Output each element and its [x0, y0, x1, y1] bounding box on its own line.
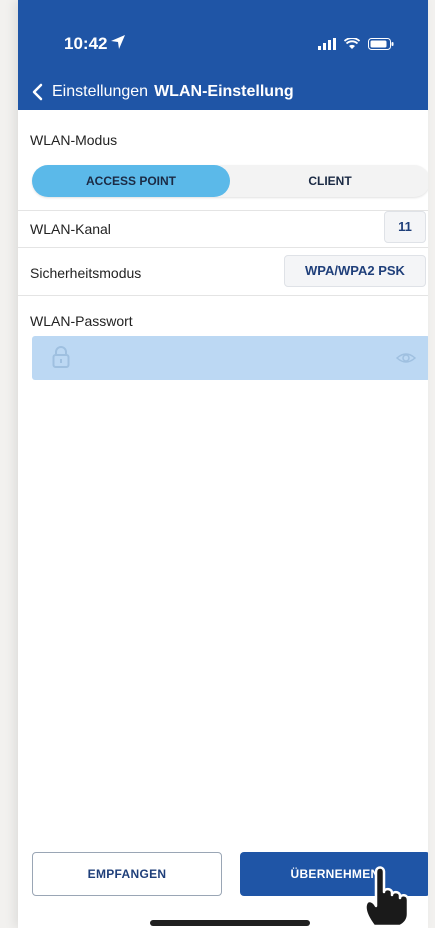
home-indicator	[150, 920, 310, 926]
signal-icon	[318, 38, 336, 50]
divider	[18, 295, 428, 296]
location-arrow-icon	[111, 35, 125, 49]
wlan-channel-label: WLAN-Kanal	[30, 221, 111, 237]
segment-client[interactable]: CLIENT	[230, 165, 428, 197]
divider	[18, 210, 428, 211]
status-icons	[318, 38, 394, 50]
security-mode-select[interactable]: WPA/WPA2 PSK	[284, 255, 426, 287]
page-title: WLAN-Einstellung	[154, 83, 294, 100]
lock-icon	[52, 346, 70, 368]
battery-icon	[368, 38, 394, 50]
back-button[interactable]: Einstellungen	[52, 83, 148, 101]
segment-access-point[interactable]: ACCESS POINT	[32, 165, 230, 197]
divider	[18, 247, 428, 248]
status-time: 10:42	[64, 34, 108, 53]
pointing-hand-icon	[364, 866, 410, 928]
wlan-password-input[interactable]	[32, 336, 428, 380]
app-header: 10:42 Einstellungen WLAN-Einstellung	[18, 0, 428, 110]
wlan-mode-label: WLAN-Modus	[30, 132, 118, 148]
receive-button[interactable]: EMPFANGEN	[32, 852, 222, 896]
wifi-icon	[344, 38, 360, 49]
navigation-bar: Einstellungen WLAN-Einstellung	[30, 80, 294, 104]
phone-screen: 10:42 Einstellungen WLAN-Einstellung WLA…	[18, 0, 428, 928]
security-mode-label: Sicherheitsmodus	[30, 265, 142, 281]
back-chevron-icon[interactable]	[30, 83, 46, 101]
wlan-mode-segmented-control: ACCESS POINT CLIENT	[32, 165, 428, 197]
eye-icon[interactable]	[396, 349, 416, 367]
wlan-password-label: WLAN-Passwort	[30, 313, 133, 329]
wlan-channel-field[interactable]: 11	[384, 211, 426, 243]
